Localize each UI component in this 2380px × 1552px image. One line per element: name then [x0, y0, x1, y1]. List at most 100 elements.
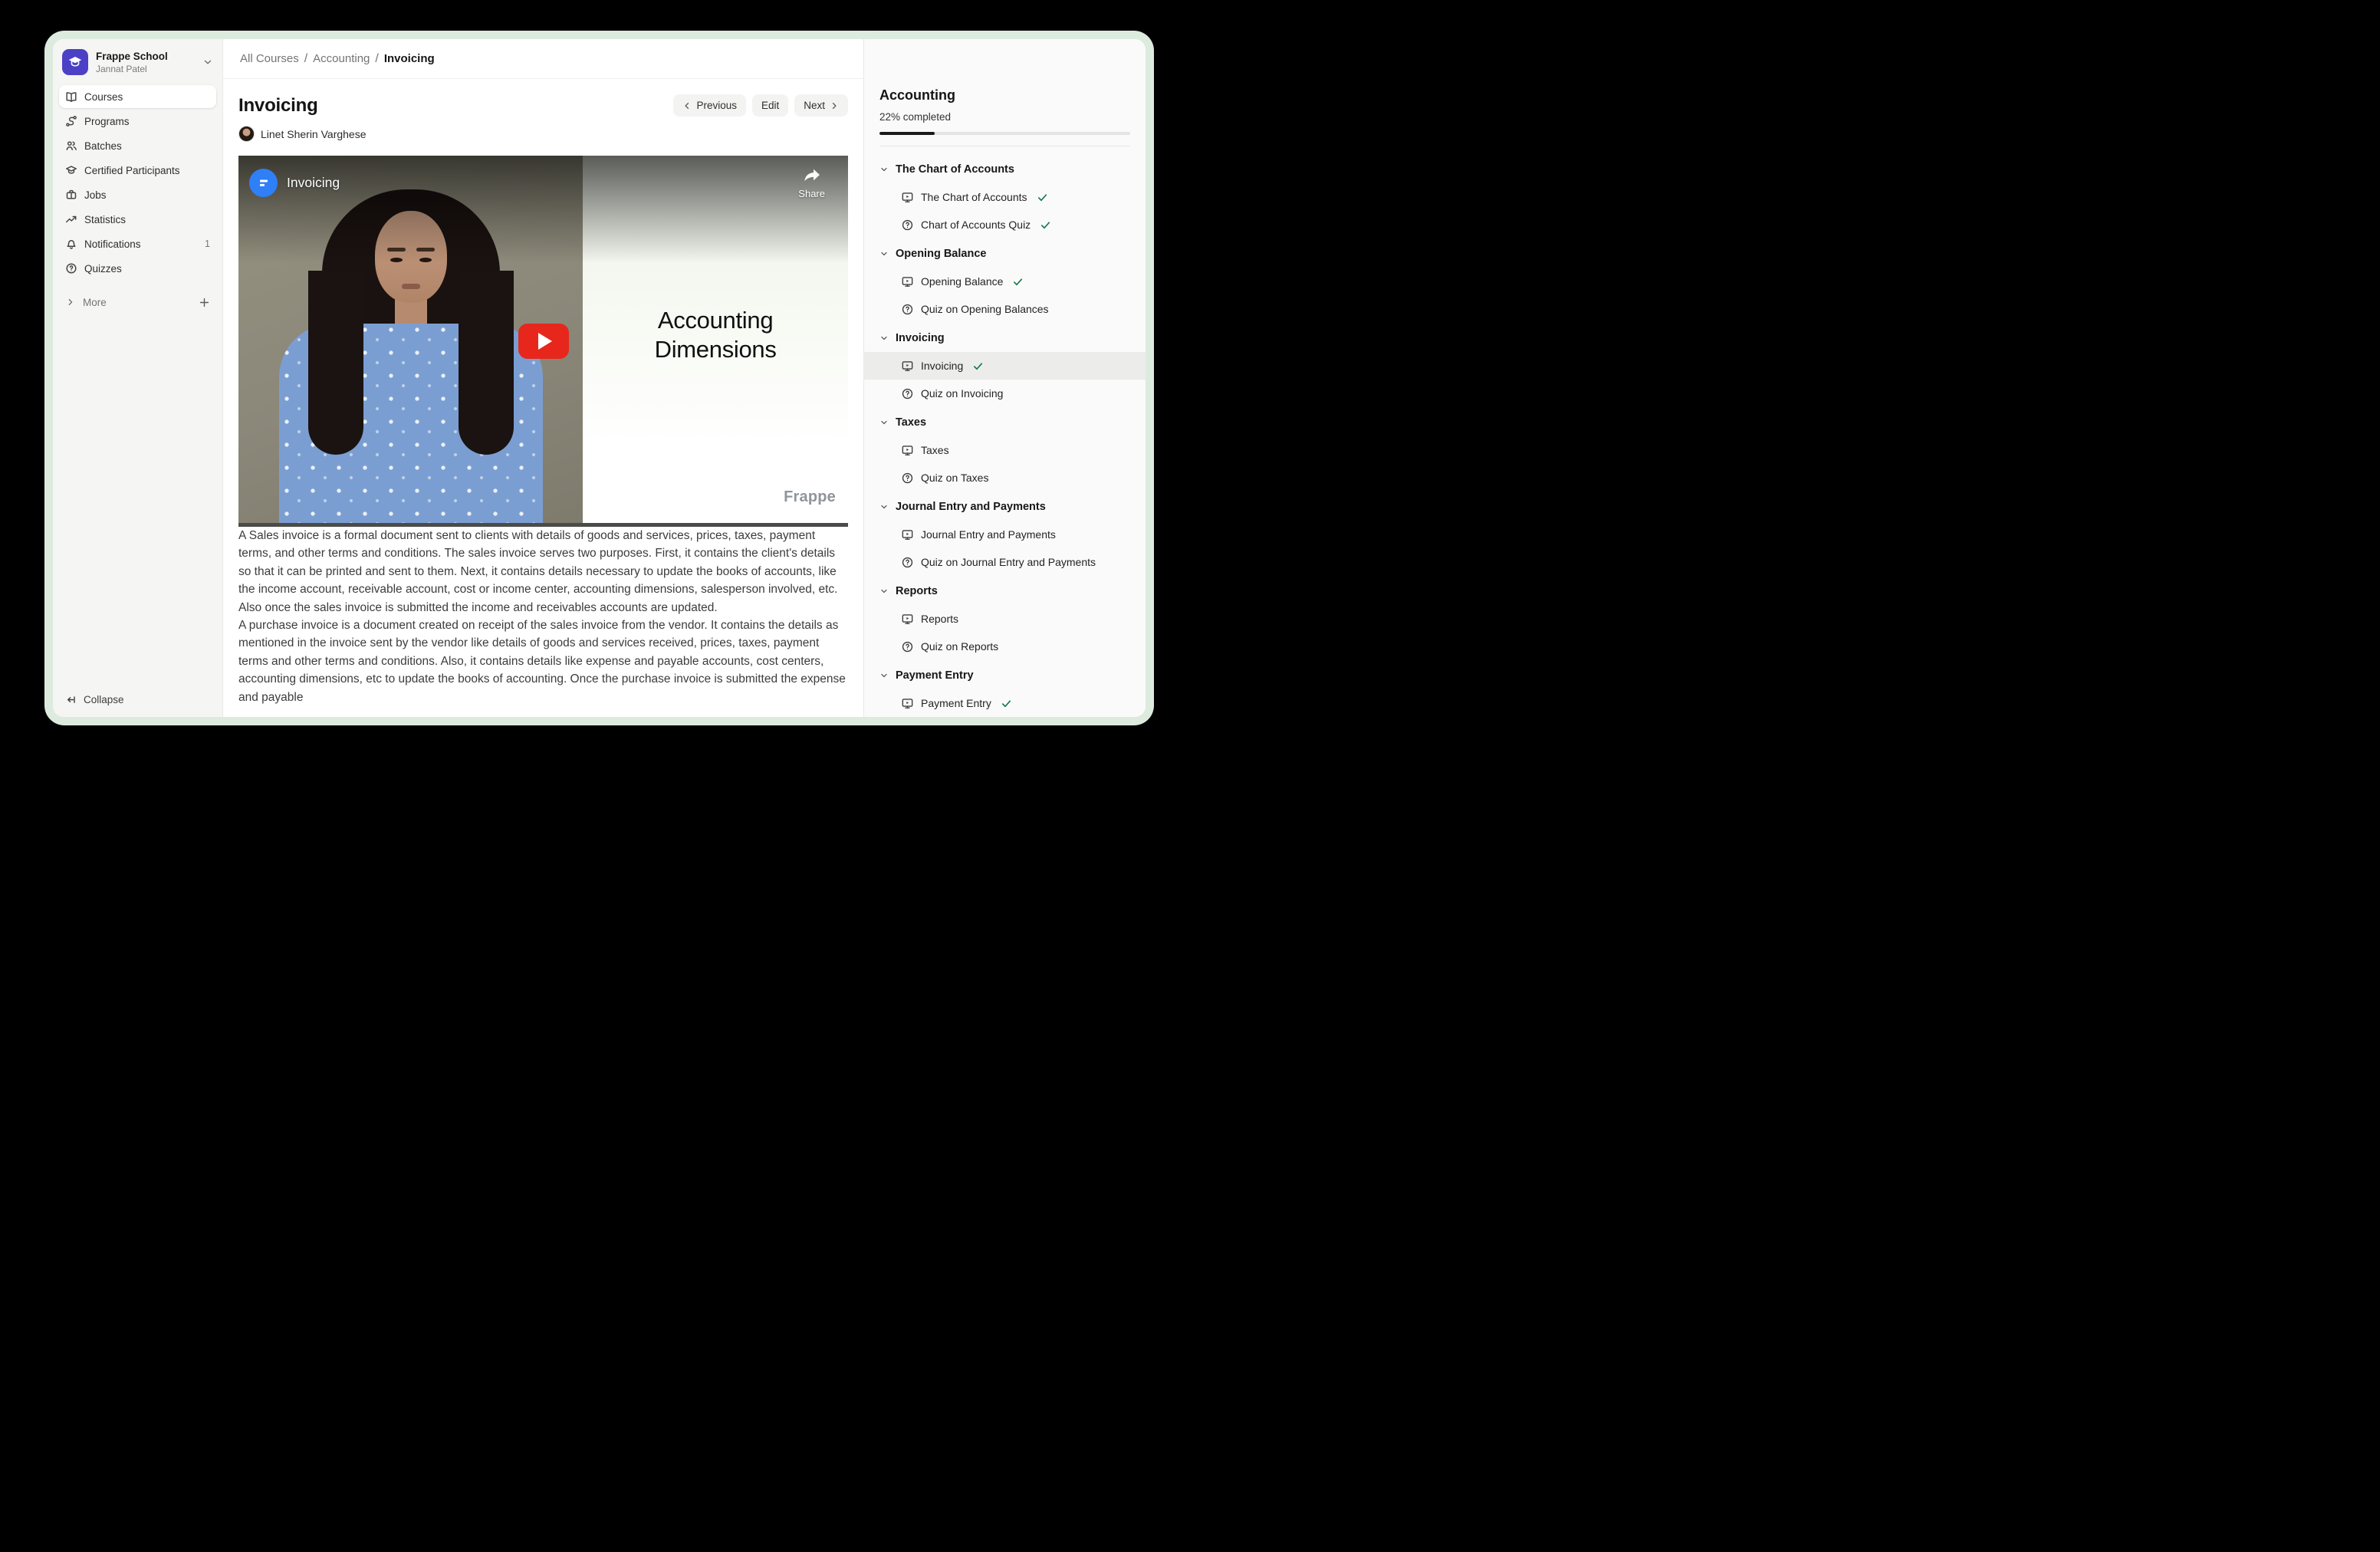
lesson-item[interactable]: Quiz on Reports — [864, 633, 1146, 660]
sidebar-item-certified-participants[interactable]: Certified Participants — [59, 159, 216, 182]
video-lesson-icon — [901, 528, 914, 541]
chevron-down-icon — [879, 418, 889, 427]
lesson-title: Taxes — [921, 444, 949, 456]
quiz-icon — [901, 556, 914, 569]
check-icon — [972, 360, 984, 372]
lesson-item[interactable]: Quiz on Invoicing — [864, 380, 1146, 407]
lesson-item[interactable]: Payment Entry — [864, 689, 1146, 717]
edit-button[interactable]: Edit — [752, 94, 788, 117]
sidebar-item-jobs[interactable]: Jobs — [59, 183, 216, 206]
section-header[interactable]: Invoicing — [864, 324, 1146, 352]
chevron-down-icon — [879, 502, 889, 511]
share-button[interactable]: Share — [798, 168, 825, 199]
sidebar-item-statistics[interactable]: Statistics — [59, 208, 216, 231]
lesson-paragraph: A Sales invoice is a formal document sen… — [238, 527, 848, 617]
video-lesson-icon — [901, 275, 914, 288]
next-button[interactable]: Next — [794, 94, 848, 117]
section-header[interactable]: Payment Entry — [864, 662, 1146, 689]
breadcrumb-accounting[interactable]: Accounting — [313, 52, 370, 65]
lesson-item[interactable]: Quiz on Journal Entry and Payments — [864, 548, 1146, 576]
video-player[interactable]: Accounting Dimensions Frappe Invoicing S… — [238, 156, 848, 527]
previous-button[interactable]: Previous — [673, 94, 746, 117]
lesson-title: The Chart of Accounts — [921, 191, 1027, 203]
outline-section-taxes: Taxes Taxes Quiz on Taxes — [864, 409, 1146, 492]
lesson-item[interactable]: Taxes — [864, 436, 1146, 464]
check-icon — [1040, 219, 1051, 231]
lesson-item[interactable]: Quiz on Opening Balances — [864, 295, 1146, 323]
author: Linet Sherin Varghese — [238, 126, 848, 142]
section-title: Taxes — [896, 416, 926, 429]
lesson-item-active[interactable]: Invoicing — [864, 352, 1146, 380]
video-slide-region: Accounting Dimensions Frappe — [583, 156, 848, 527]
sidebar-item-programs[interactable]: Programs — [59, 110, 216, 133]
lesson-item[interactable]: The Chart of Accounts — [864, 183, 1146, 211]
channel-avatar[interactable] — [249, 169, 278, 197]
play-button[interactable] — [518, 324, 569, 359]
sidebar-item-courses[interactable]: Courses — [59, 85, 216, 108]
trending-up-icon — [65, 213, 77, 225]
slide-title: Accounting Dimensions — [620, 306, 811, 364]
sidebar-item-label: Courses — [84, 91, 123, 103]
users-icon — [65, 140, 77, 152]
presenter-face — [419, 258, 432, 262]
outline-section-journal-entry: Journal Entry and Payments Journal Entry… — [864, 493, 1146, 576]
lesson-item[interactable]: Quiz on Taxes — [864, 464, 1146, 492]
author-name: Linet Sherin Varghese — [261, 128, 367, 140]
sidebar-nav: Courses Programs Batches Certified Parti… — [53, 82, 222, 314]
section-header[interactable]: Journal Entry and Payments — [864, 493, 1146, 521]
section-title: Payment Entry — [896, 669, 974, 682]
section-header[interactable]: Reports — [864, 577, 1146, 605]
sidebar-item-quizzes[interactable]: Quizzes — [59, 257, 216, 280]
section-title: Reports — [896, 585, 938, 597]
collapse-sidebar-icon — [65, 694, 77, 705]
page-title: Invoicing — [238, 95, 318, 117]
left-sidebar: Frappe School Jannat Patel Courses Progr… — [53, 39, 223, 717]
video-header: Invoicing — [249, 169, 340, 197]
lesson-title: Invoicing — [921, 360, 963, 372]
share-label: Share — [798, 188, 825, 199]
title-row: Invoicing Previous Edit Next — [238, 94, 848, 117]
sidebar-item-label: Statistics — [84, 214, 126, 225]
sidebar-more-label: More — [83, 297, 107, 308]
lesson-item[interactable]: Chart of Accounts Quiz — [864, 211, 1146, 238]
lesson-actions: Previous Edit Next — [673, 94, 848, 117]
video-lesson-icon — [901, 191, 914, 204]
play-icon — [538, 333, 552, 350]
window-frame: Frappe School Jannat Patel Courses Progr… — [44, 31, 1154, 725]
quiz-icon — [901, 640, 914, 653]
plus-icon[interactable] — [199, 297, 210, 308]
outline-section-opening-balance: Opening Balance Opening Balance Quiz on … — [864, 240, 1146, 323]
breadcrumb-all-courses[interactable]: All Courses — [240, 52, 299, 65]
sidebar-item-label: Jobs — [84, 189, 107, 201]
lesson-item[interactable]: Opening Balance — [864, 268, 1146, 295]
course-progress-header: Accounting 22% completed — [864, 39, 1146, 146]
section-header[interactable]: Taxes — [864, 409, 1146, 436]
chevron-down-icon — [879, 165, 889, 174]
progress-bar — [879, 132, 1130, 135]
notification-count-badge: 1 — [205, 238, 210, 249]
chevron-down-icon — [879, 671, 889, 680]
sidebar-item-label: Certified Participants — [84, 165, 180, 176]
sidebar-item-label: Quizzes — [84, 263, 122, 275]
sidebar-item-batches[interactable]: Batches — [59, 134, 216, 157]
help-circle-icon — [65, 262, 77, 275]
lesson-content: Invoicing Previous Edit Next — [223, 79, 863, 717]
chevron-down-icon — [879, 587, 889, 596]
presenter-face — [416, 248, 435, 252]
outline-section-payment-entry: Payment Entry Payment Entry — [864, 662, 1146, 717]
section-header[interactable]: Opening Balance — [864, 240, 1146, 268]
main-column: All Courses / Accounting / Invoicing Inv… — [223, 39, 863, 717]
sidebar-more-toggle[interactable]: More — [59, 291, 216, 314]
section-header[interactable]: The Chart of Accounts — [864, 156, 1146, 183]
course-outline-list: The Chart of Accounts The Chart of Accou… — [864, 146, 1146, 717]
workspace-switcher[interactable]: Frappe School Jannat Patel — [53, 39, 222, 82]
lesson-item[interactable]: Reports — [864, 605, 1146, 633]
sidebar-item-notifications[interactable]: Notifications 1 — [59, 232, 216, 255]
lesson-item[interactable]: Journal Entry and Payments — [864, 521, 1146, 548]
collapse-button[interactable]: Collapse — [65, 694, 210, 705]
course-outline-panel: Accounting 22% completed The Chart of Ac… — [863, 39, 1146, 717]
chevron-down-icon — [879, 334, 889, 343]
breadcrumb: All Courses / Accounting / Invoicing — [240, 52, 435, 66]
presenter-hair — [459, 271, 514, 455]
sidebar-item-label: Programs — [84, 116, 130, 127]
